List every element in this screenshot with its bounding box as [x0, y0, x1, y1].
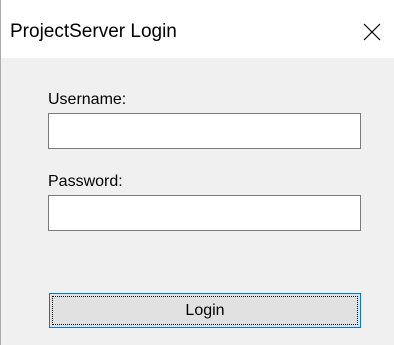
close-button[interactable]: [353, 14, 391, 50]
close-icon: [363, 23, 381, 41]
username-input[interactable]: [48, 113, 361, 149]
password-label: Password:: [48, 173, 123, 190]
login-dialog: ProjectServer Login Username: Password: …: [0, 0, 394, 345]
title-bar[interactable]: ProjectServer Login: [1, 0, 394, 58]
login-button[interactable]: Login: [49, 293, 361, 328]
password-input[interactable]: [48, 195, 361, 231]
login-button-label: Login: [52, 296, 358, 325]
username-label: Username:: [48, 91, 127, 108]
window-title: ProjectServer Login: [10, 21, 177, 42]
